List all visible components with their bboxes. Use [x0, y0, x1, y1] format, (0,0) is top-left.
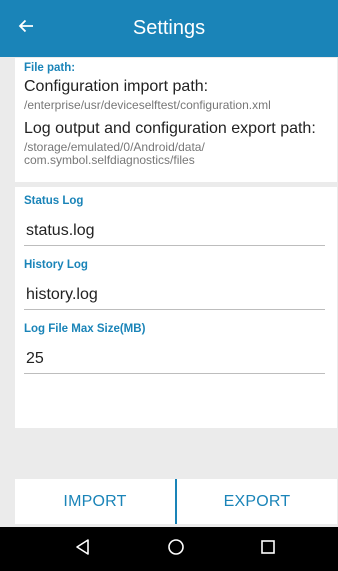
file-path-card: File path: Configuration import path: /e… [15, 58, 337, 182]
square-recents-icon [259, 538, 277, 561]
import-path-value: /enterprise/usr/deviceselftest/configura… [24, 98, 271, 112]
status-log-field[interactable]: status.log [24, 214, 325, 246]
app-bar: Settings [0, 0, 338, 57]
page-title: Settings [132, 17, 206, 39]
import-button[interactable]: IMPORT [15, 479, 175, 524]
nav-back-button[interactable] [71, 537, 95, 561]
max-size-label: Log File Max Size(MB) [24, 323, 146, 335]
log-settings-card: Status Log status.log History Log histor… [15, 187, 337, 428]
status-log-label: Status Log [24, 195, 84, 207]
action-bar: IMPORT EXPORT [15, 479, 337, 524]
nav-home-button[interactable] [164, 537, 188, 561]
import-path-heading: Configuration import path: [24, 78, 209, 95]
history-log-label: History Log [24, 259, 88, 271]
triangle-back-icon [74, 538, 92, 561]
max-size-field[interactable]: 25 [24, 342, 325, 374]
system-nav-bar [0, 527, 338, 571]
export-path-value-line2: com.symbol.selfdiagnostics/files [24, 153, 195, 167]
export-button[interactable]: EXPORT [177, 479, 337, 524]
settings-screen: Settings File path: Configuration import… [0, 0, 338, 571]
circle-home-icon [167, 538, 185, 561]
nav-recents-button[interactable] [256, 537, 280, 561]
history-log-field[interactable]: history.log [24, 278, 325, 310]
export-path-heading: Log output and configuration export path… [24, 120, 316, 137]
file-path-label: File path: [24, 62, 76, 74]
